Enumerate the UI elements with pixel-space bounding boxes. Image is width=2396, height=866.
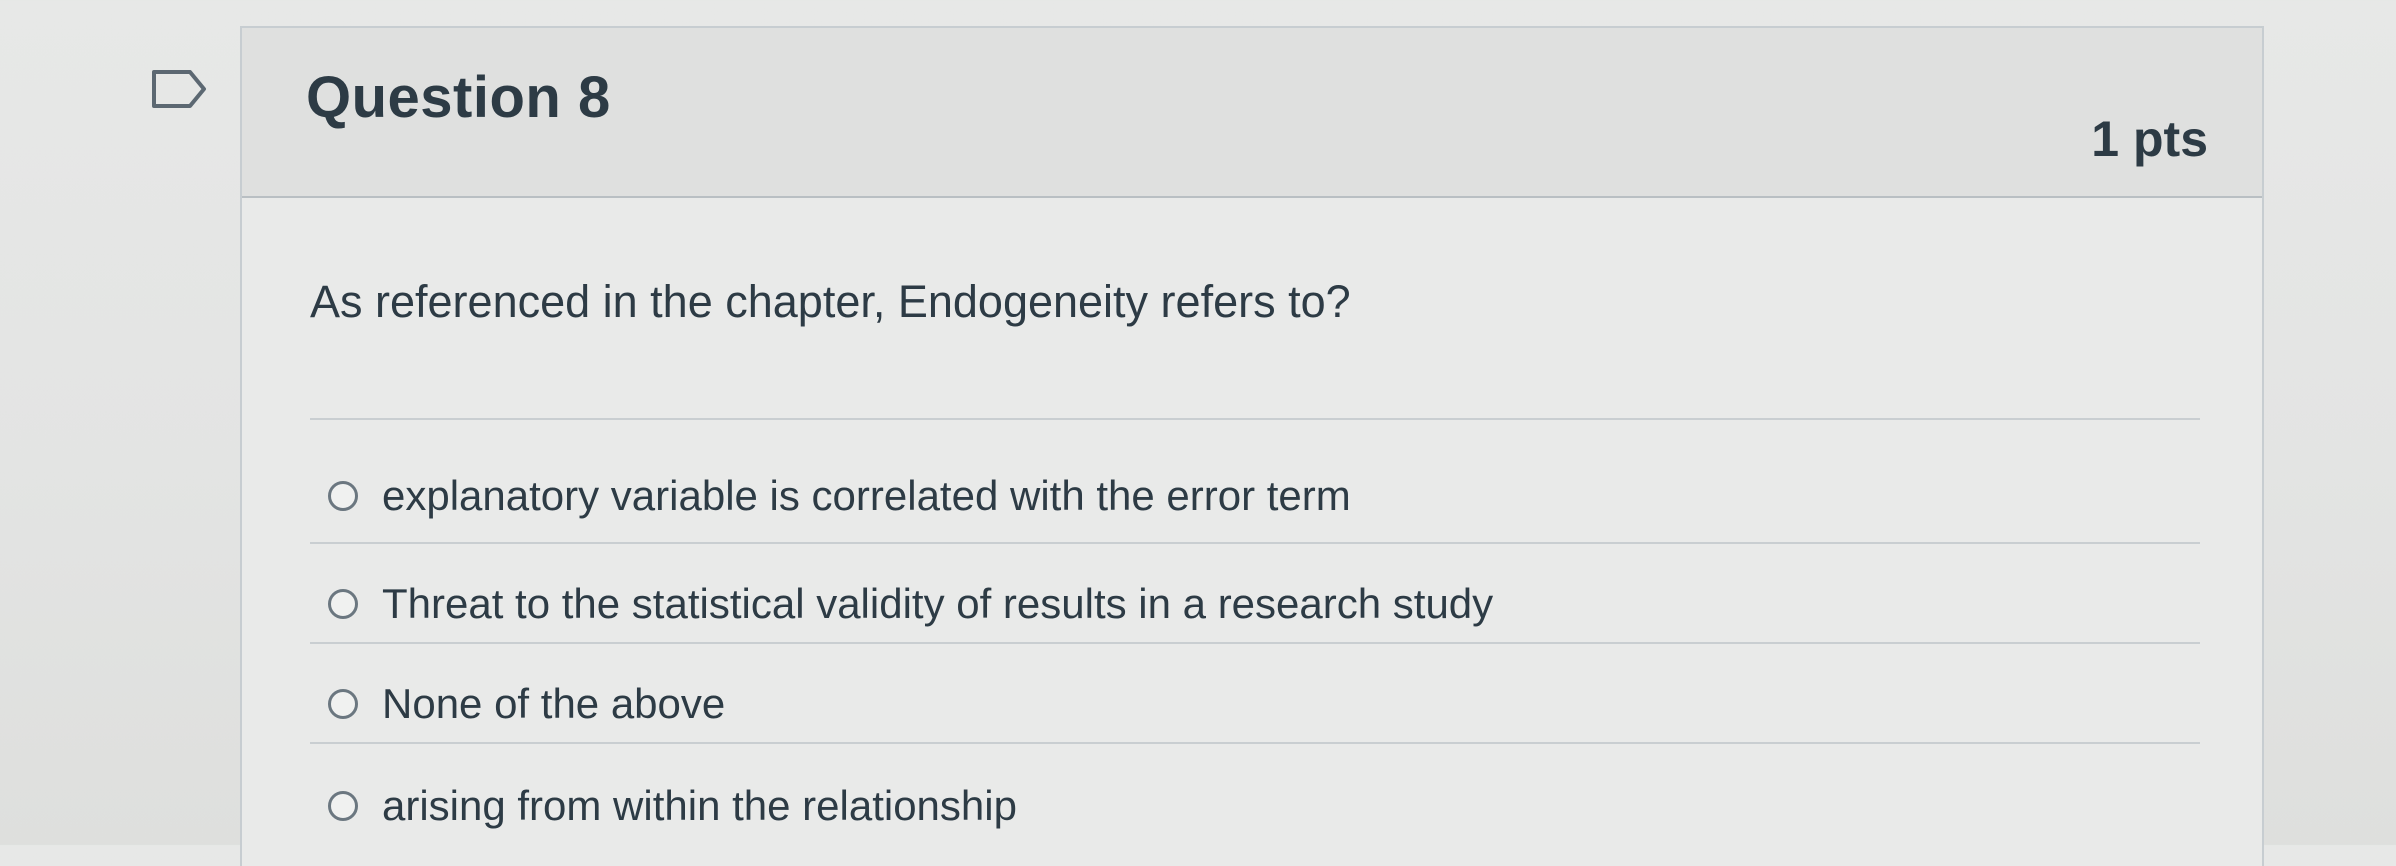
answer-option-1[interactable]: explanatory variable is correlated with … <box>328 466 1351 526</box>
question-points: 1 pts <box>2091 111 2208 167</box>
answer-label: Threat to the statistical validity of re… <box>382 580 1494 627</box>
question-header: Question 8 1 pts <box>242 28 2262 198</box>
radio-button-icon[interactable] <box>328 589 358 619</box>
divider <box>310 642 2200 644</box>
answer-option-3[interactable]: None of the above <box>328 674 725 734</box>
answer-label: None of the above <box>382 680 726 727</box>
answer-option-4[interactable]: arising from within the relationship <box>328 776 1017 836</box>
divider <box>310 542 2200 544</box>
divider <box>310 742 2200 744</box>
question-title: Question 8 <box>306 65 611 130</box>
radio-button-icon[interactable] <box>328 791 358 821</box>
question-card: Question 8 1 pts As referenced in the ch… <box>240 26 2264 866</box>
answer-option-2[interactable]: Threat to the statistical validity of re… <box>328 574 1493 634</box>
flag-question-icon[interactable] <box>150 68 208 110</box>
answer-label: arising from within the relationship <box>382 782 1017 829</box>
radio-button-icon[interactable] <box>328 689 358 719</box>
answer-label: explanatory variable is correlated with … <box>382 472 1351 519</box>
question-text: As referenced in the chapter, Endogeneit… <box>310 276 1351 327</box>
bookmark-flag-icon <box>152 70 206 108</box>
radio-button-icon[interactable] <box>328 481 358 511</box>
divider <box>310 418 2200 420</box>
